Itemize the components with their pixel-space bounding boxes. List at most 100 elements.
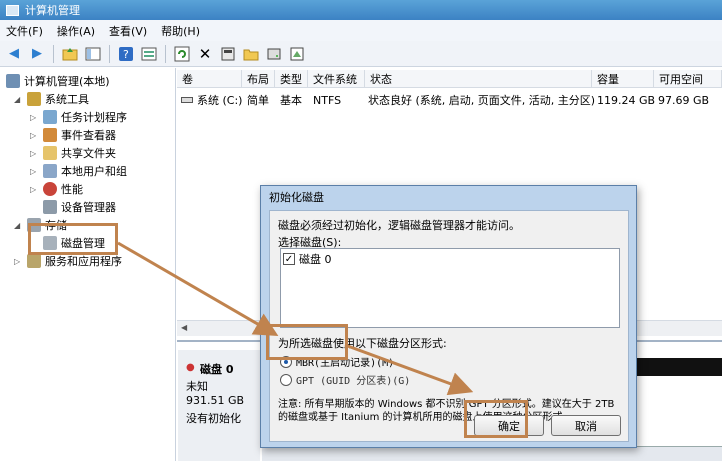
gpt-radio[interactable] [280, 373, 292, 386]
expand-arrow-icon[interactable]: ▷ [30, 113, 40, 122]
tree-event-viewer[interactable]: ▷ 事件查看器 [30, 126, 116, 144]
mbr-label: MBR(主启动记录)(M) [296, 358, 395, 369]
back-arrow-icon[interactable]: ◀ [4, 44, 24, 64]
tree-performance[interactable]: ▷ 性能 [30, 180, 83, 198]
up-folder-icon[interactable] [60, 44, 80, 64]
disk-management-label: 磁盘管理 [61, 237, 105, 250]
column-header-capacity[interactable]: 容量 [592, 70, 654, 88]
disk-size: 931.51 GB [186, 394, 245, 407]
tree-device-manager[interactable]: 设备管理器 [43, 198, 116, 216]
disk-list[interactable]: ✓ 磁盘 0 [280, 248, 620, 328]
drive-icon [181, 97, 193, 103]
tree-disk-management[interactable]: 磁盘管理 [43, 234, 105, 252]
menu-file[interactable]: 文件(F) [6, 23, 43, 39]
toolbar: ◀ ▶ ? ✕ [0, 41, 722, 67]
partition-style-label: 为所选磁盘使用以下磁盘分区形式: [278, 337, 447, 350]
disk-info-block[interactable]: ● 磁盘 0 未知 931.51 GB 没有初始化 [178, 350, 260, 461]
menu-view[interactable]: 查看(V) [109, 23, 147, 39]
computer-management-icon [6, 4, 19, 16]
disk-management-icon [43, 236, 57, 250]
delete-icon[interactable]: ✕ [195, 44, 215, 64]
navigation-tree: 计算机管理(本地) ◢ 系统工具 ▷ 任务计划程序 ▷ 事件查看器 ▷ 共享文件… [0, 68, 176, 461]
expand-arrow-icon[interactable]: ▷ [30, 149, 40, 158]
tree-local-users[interactable]: ▷ 本地用户和组 [30, 162, 127, 180]
disk-status: 未知 [186, 380, 208, 393]
unallocated-region[interactable] [262, 446, 722, 461]
menu-help[interactable]: 帮助(H) [161, 23, 200, 39]
volume-cell: 系统 (C:) [181, 91, 242, 109]
dialog-body: 磁盘必须经过初始化，逻辑磁盘管理器才能访问。 选择磁盘(S): ✓ 磁盘 0 为… [269, 210, 629, 442]
column-header-free-space[interactable]: 可用空间 [654, 70, 722, 88]
initialize-disk-dialog: 初始化磁盘 磁盘必须经过初始化，逻辑磁盘管理器才能访问。 选择磁盘(S): ✓ … [260, 185, 637, 448]
list-item[interactable]: ✓ 磁盘 0 [283, 251, 332, 267]
gpt-option[interactable]: GPT (GUID 分区表)(G) [280, 372, 410, 387]
computer-icon [6, 74, 20, 88]
refresh-icon[interactable] [172, 44, 192, 64]
expand-arrow-icon[interactable]: ▷ [30, 131, 40, 140]
event-viewer-label: 事件查看器 [61, 129, 116, 142]
tree-system-tools[interactable]: ◢ 系统工具 [14, 90, 89, 108]
ok-button[interactable]: 确定 [474, 415, 544, 436]
expand-arrow-icon[interactable]: ◢ [14, 221, 24, 230]
tree-root-label: 计算机管理(本地) [24, 75, 110, 88]
disk-item-label: 磁盘 0 [299, 253, 332, 266]
cancel-button[interactable]: 取消 [551, 415, 621, 436]
properties-sheet-icon[interactable] [218, 44, 238, 64]
expand-arrow-icon[interactable]: ▷ [14, 257, 24, 266]
device-manager-icon [43, 200, 57, 214]
event-viewer-icon [43, 128, 57, 142]
forward-arrow-icon[interactable]: ▶ [27, 44, 47, 64]
expand-arrow-icon[interactable]: ▷ [30, 167, 40, 176]
column-header-volume[interactable]: 卷 [177, 70, 242, 88]
tree-storage[interactable]: ◢ 存储 [14, 216, 67, 234]
performance-label: 性能 [61, 183, 83, 196]
tree-root[interactable]: 计算机管理(本地) [6, 72, 110, 90]
dialog-title: 初始化磁盘 [269, 191, 324, 204]
properties-icon[interactable] [139, 44, 159, 64]
window-title: 计算机管理 [25, 4, 80, 17]
column-header-layout[interactable]: 布局 [242, 70, 275, 88]
open-folder-icon[interactable] [241, 44, 261, 64]
disk-partition-bar [636, 358, 722, 376]
type-cell: 基本 [280, 94, 302, 107]
tree-task-scheduler[interactable]: ▷ 任务计划程序 [30, 108, 127, 126]
users-icon [43, 164, 57, 178]
shared-folder-icon [43, 146, 57, 160]
expand-arrow-icon[interactable]: ◢ [14, 95, 24, 104]
expand-arrow-icon[interactable]: ▷ [30, 185, 40, 194]
help-icon[interactable]: ? [116, 44, 136, 64]
performance-icon [43, 182, 57, 196]
storage-icon [27, 218, 41, 232]
shared-folders-label: 共享文件夹 [61, 147, 116, 160]
volume-name: 系统 (C:) [197, 94, 243, 107]
services-apps-label: 服务和应用程序 [45, 255, 122, 268]
svg-text:?: ? [123, 48, 129, 61]
tools-icon [27, 92, 41, 106]
tree-services-apps[interactable]: ▷ 服务和应用程序 [14, 252, 122, 270]
menu-bar: 文件(F) 操作(A) 查看(V) 帮助(H) [0, 20, 722, 41]
settings-icon[interactable] [287, 44, 307, 64]
disk-icon[interactable] [264, 44, 284, 64]
toolbar-divider [109, 44, 110, 63]
column-header-filesystem[interactable]: 文件系统 [308, 70, 365, 88]
show-hide-tree-icon[interactable] [83, 44, 103, 64]
disk-init-status: 没有初始化 [186, 412, 241, 425]
menu-action[interactable]: 操作(A) [57, 23, 95, 39]
disk-checkbox[interactable]: ✓ [283, 253, 295, 265]
column-header-status[interactable]: 状态 [365, 70, 592, 88]
storage-label: 存储 [45, 219, 67, 232]
status-cell: 状态良好 (系统, 启动, 页面文件, 活动, 主分区) [368, 94, 596, 107]
toolbar-divider [53, 44, 54, 63]
services-icon [27, 254, 41, 268]
mbr-radio[interactable] [280, 355, 292, 368]
tree-shared-folders[interactable]: ▷ 共享文件夹 [30, 144, 116, 162]
dialog-intro: 磁盘必须经过初始化，逻辑磁盘管理器才能访问。 [278, 219, 520, 232]
title-bar: 计算机管理 [0, 0, 722, 20]
disk-name: 磁盘 0 [200, 363, 234, 376]
scroll-left-icon[interactable]: ◀ [181, 323, 187, 332]
layout-cell: 简单 [247, 94, 269, 107]
filesystem-cell: NTFS [313, 93, 342, 107]
system-tools-label: 系统工具 [45, 93, 89, 106]
mbr-option[interactable]: MBR(主启动记录)(M) [280, 354, 394, 369]
column-header-type[interactable]: 类型 [275, 70, 308, 88]
